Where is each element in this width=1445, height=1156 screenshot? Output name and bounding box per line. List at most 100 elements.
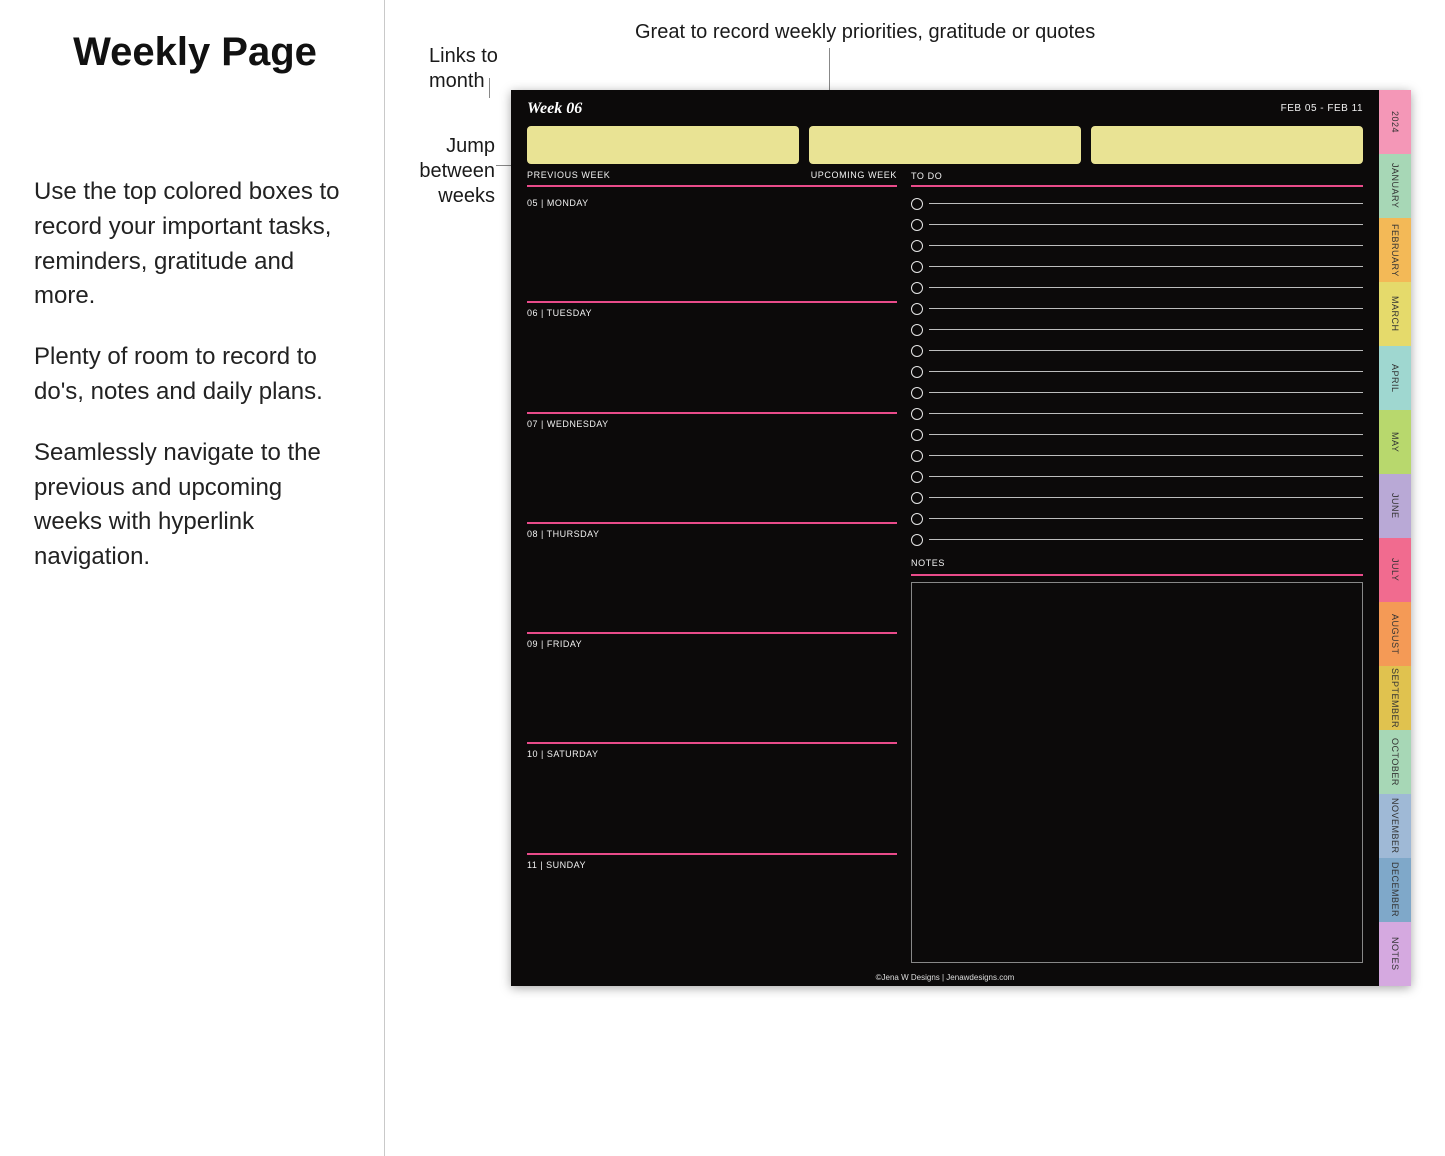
todo-item[interactable] — [911, 445, 1363, 466]
day-row[interactable]: 11 | SUNDAY — [527, 855, 897, 963]
intro-paragraph-2: Plenty of room to record to do's, notes … — [34, 340, 356, 410]
month-tab[interactable]: AUGUST — [1379, 602, 1411, 666]
previous-week-link[interactable]: PREVIOUS WEEK — [527, 170, 610, 182]
month-tab[interactable]: OCTOBER — [1379, 730, 1411, 794]
day-row[interactable]: 07 | WEDNESDAY — [527, 414, 897, 524]
day-label: 06 | TUESDAY — [527, 303, 897, 318]
month-tab[interactable]: MARCH — [1379, 282, 1411, 346]
notes-box[interactable] — [911, 574, 1363, 963]
month-tab[interactable]: JULY — [1379, 538, 1411, 602]
days-column: 05 | MONDAY 06 | TUESDAY 07 | WEDNESDAY 08 … — [527, 193, 897, 963]
week-date-range: FEB 05 - FEB 11 — [1281, 103, 1363, 114]
planner-footer: ©Jena W Designs | Jenawdesigns.com — [511, 973, 1379, 982]
todo-checkbox-icon[interactable] — [911, 303, 923, 315]
todo-checkbox-icon[interactable] — [911, 450, 923, 462]
month-tab[interactable]: NOVEMBER — [1379, 794, 1411, 858]
todo-line — [929, 434, 1363, 435]
todo-checkbox-icon[interactable] — [911, 387, 923, 399]
todo-checkbox-icon[interactable] — [911, 366, 923, 378]
todo-header: TO DO — [911, 170, 1363, 187]
annotation-leader-line — [496, 165, 511, 166]
todo-line — [929, 329, 1363, 330]
month-tab[interactable]: APRIL — [1379, 346, 1411, 410]
month-tab[interactable]: JANUARY — [1379, 154, 1411, 218]
todo-checkbox-icon[interactable] — [911, 534, 923, 546]
todo-line — [929, 266, 1363, 267]
todo-line — [929, 308, 1363, 309]
todo-checkbox-icon[interactable] — [911, 429, 923, 441]
todo-line — [929, 350, 1363, 351]
day-row[interactable]: 06 | TUESDAY — [527, 303, 897, 413]
todo-checkbox-icon[interactable] — [911, 345, 923, 357]
month-tab[interactable]: FEBRUARY — [1379, 218, 1411, 282]
todo-item[interactable] — [911, 319, 1363, 340]
todo-checkbox-icon[interactable] — [911, 198, 923, 210]
todo-line — [929, 539, 1363, 540]
week-title-link[interactable]: Week 06 — [527, 100, 1363, 118]
todo-item[interactable] — [911, 235, 1363, 256]
month-tab[interactable]: 2024 — [1379, 90, 1411, 154]
highlight-box-1[interactable] — [527, 126, 799, 164]
notes-label: NOTES — [911, 558, 1363, 568]
week-nav-row: PREVIOUS WEEK UPCOMING WEEK TO DO — [527, 170, 1363, 187]
day-row[interactable]: 09 | FRIDAY — [527, 634, 897, 744]
todo-checkbox-icon[interactable] — [911, 261, 923, 273]
todo-line — [929, 245, 1363, 246]
day-label: 07 | WEDNESDAY — [527, 414, 897, 429]
todo-item[interactable] — [911, 382, 1363, 403]
todo-item[interactable] — [911, 466, 1363, 487]
todo-line — [929, 455, 1363, 456]
todo-item[interactable] — [911, 361, 1363, 382]
todo-item[interactable] — [911, 424, 1363, 445]
todo-item[interactable] — [911, 508, 1363, 529]
day-row[interactable]: 10 | SATURDAY — [527, 744, 897, 854]
todo-line — [929, 392, 1363, 393]
planner-page: Week 06 FEB 05 - FEB 11 PREVIOUS WEEK UP… — [511, 90, 1411, 986]
intro-paragraph-1: Use the top colored boxes to record your… — [34, 175, 356, 314]
todo-item[interactable] — [911, 403, 1363, 424]
todo-checkbox-icon[interactable] — [911, 240, 923, 252]
todo-checkbox-icon[interactable] — [911, 324, 923, 336]
intro-paragraph-3: Seamlessly navigate to the previous and … — [34, 436, 356, 575]
todo-checkbox-icon[interactable] — [911, 492, 923, 504]
todo-item[interactable] — [911, 340, 1363, 361]
planner-body: Week 06 FEB 05 - FEB 11 PREVIOUS WEEK UP… — [511, 90, 1379, 986]
month-tab[interactable]: DECEMBER — [1379, 858, 1411, 922]
side-column: NOTES — [911, 193, 1363, 963]
highlight-box-2[interactable] — [809, 126, 1081, 164]
page: Weekly Page Use the top colored boxes to… — [0, 0, 1445, 1156]
todo-item[interactable] — [911, 298, 1363, 319]
month-tab[interactable]: MAY — [1379, 410, 1411, 474]
day-row[interactable]: 05 | MONDAY — [527, 193, 897, 303]
todo-item[interactable] — [911, 529, 1363, 550]
todo-item[interactable] — [911, 193, 1363, 214]
todo-label: TO DO — [911, 171, 942, 181]
todo-checkbox-icon[interactable] — [911, 408, 923, 420]
todo-item[interactable] — [911, 487, 1363, 508]
todo-checkbox-icon[interactable] — [911, 282, 923, 294]
highlight-row — [527, 126, 1363, 164]
month-tab[interactable]: JUNE — [1379, 474, 1411, 538]
highlight-box-3[interactable] — [1091, 126, 1363, 164]
month-tab[interactable]: NOTES — [1379, 922, 1411, 986]
day-row[interactable]: 08 | THURSDAY — [527, 524, 897, 634]
month-tab[interactable]: SEPTEMBER — [1379, 666, 1411, 730]
annotation-leader-line — [489, 78, 490, 98]
todo-checkbox-icon[interactable] — [911, 219, 923, 231]
day-label: 08 | THURSDAY — [527, 524, 897, 539]
todo-item[interactable] — [911, 214, 1363, 235]
intro-panel: Weekly Page Use the top colored boxes to… — [0, 0, 385, 1156]
annotation-priorities: Great to record weekly priorities, grati… — [635, 20, 1055, 45]
week-nav: PREVIOUS WEEK UPCOMING WEEK — [527, 170, 897, 187]
annotation-jump-weeks: Jump between weeks — [395, 134, 495, 209]
upcoming-week-link[interactable]: UPCOMING WEEK — [811, 170, 897, 182]
todo-item[interactable] — [911, 256, 1363, 277]
day-label: 10 | SATURDAY — [527, 744, 897, 759]
right-panel: Links to month Great to record weekly pr… — [385, 0, 1445, 1156]
page-title: Weekly Page — [34, 30, 356, 75]
todo-item[interactable] — [911, 277, 1363, 298]
todo-checkbox-icon[interactable] — [911, 513, 923, 525]
month-tabs: 2024JANUARYFEBRUARYMARCHAPRILMAYJUNEJULY… — [1379, 90, 1411, 986]
day-label: 05 | MONDAY — [527, 193, 897, 208]
todo-checkbox-icon[interactable] — [911, 471, 923, 483]
